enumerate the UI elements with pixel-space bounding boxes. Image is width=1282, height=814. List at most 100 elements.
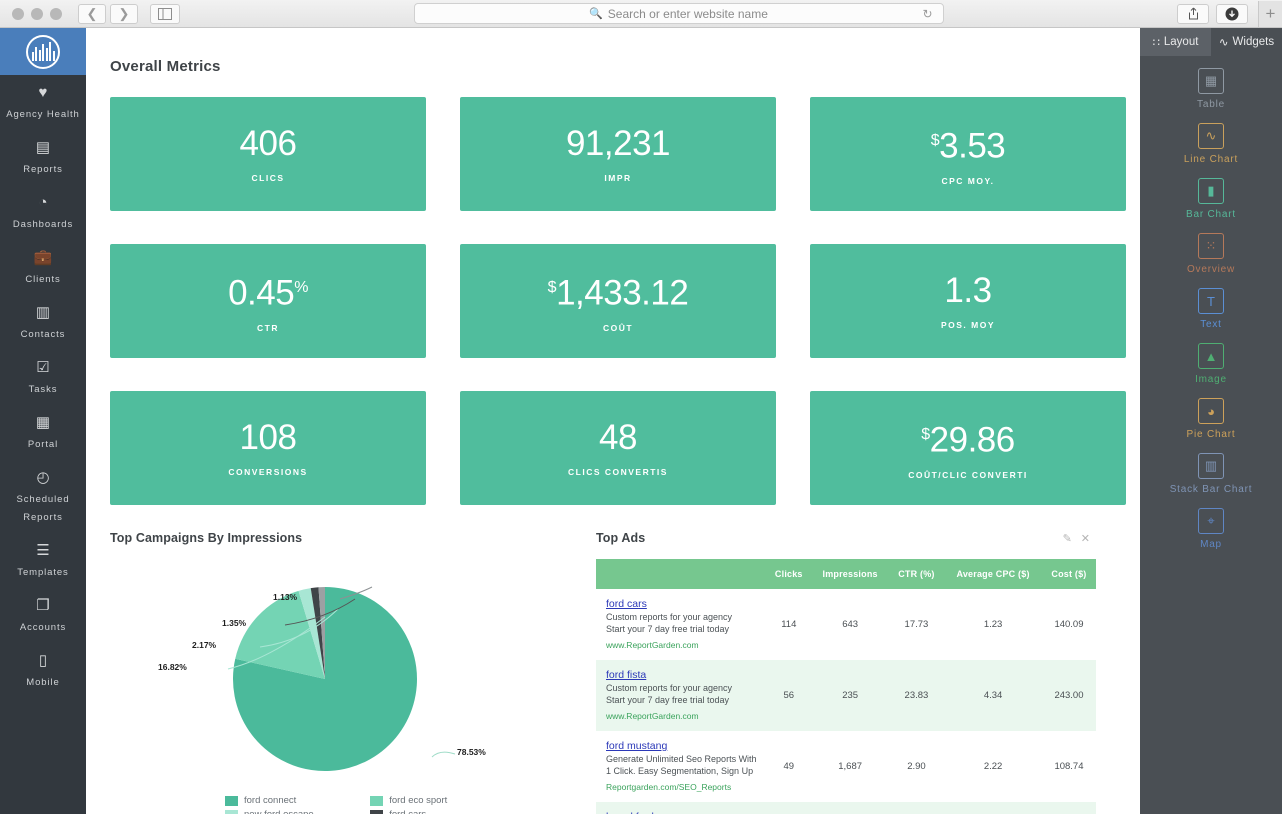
legend-item[interactable]: ford eco sport <box>370 795 555 806</box>
metric-tiles-grid: 406CLICS 91,231IMPR $3.53CPC MOY. 0.45%CTR $… <box>110 97 1140 505</box>
download-icon[interactable] <box>1216 4 1248 24</box>
widget-option-line-chart[interactable]: ∿Line Chart <box>1140 123 1282 165</box>
ad-display-url: www.ReportGarden.com <box>606 639 760 651</box>
clock-icon: ◴ <box>2 469 84 486</box>
impressions-cell: 1,687 <box>812 731 889 802</box>
ctr-cell: 23.83 <box>889 660 945 731</box>
search-input[interactable]: 🔍 Search or enter website name ↻ <box>414 3 944 24</box>
overview-icon: ⁙ <box>1198 233 1224 259</box>
ad-title-link[interactable]: ford cars <box>606 598 760 610</box>
contacts-book-icon: ▥ <box>2 304 84 321</box>
metric-value-wrap: 0.45% <box>228 269 308 313</box>
sidebar-item-dashboards[interactable]: ◔Dashboards <box>0 185 86 240</box>
legend-item[interactable]: ford cars <box>370 809 555 814</box>
share-icon[interactable] <box>1177 4 1209 24</box>
mobile-phone-icon: ▯ <box>2 652 84 669</box>
top-ads-table: ClicksImpressionsCTR (%)Average CPC ($)C… <box>596 559 1096 814</box>
sidebar-item-scheduled-reports[interactable]: ◴Scheduled Reports <box>0 460 86 533</box>
ad-title-link[interactable]: ford fista <box>606 669 760 681</box>
left-sidebar: ♥Agency Health ▤ Reports ◔Dashboards💼Client… <box>0 28 86 814</box>
sidebar-item-reports[interactable]: ▤ Reports <box>0 130 86 185</box>
metric-label: CPC MOY. <box>941 176 994 186</box>
metric-tile-co-t[interactable]: $1,433.12COÛT <box>460 244 776 358</box>
address-bar-container: 🔍 Search or enter website name ↻ <box>180 3 1177 24</box>
heart-icon: ♥ <box>2 84 84 101</box>
metric-label: IMPR <box>604 173 631 183</box>
cost-cell: 164.76 <box>1042 802 1096 814</box>
sidebar-item-label: Dashboards <box>13 219 73 230</box>
close-icon[interactable]: ✕ <box>1081 532 1090 545</box>
pie-chart[interactable] <box>110 559 570 789</box>
metric-tile-clics[interactable]: 406CLICS <box>110 97 426 211</box>
widget-option-label: Pie Chart <box>1140 429 1282 440</box>
sidebar-item-portal[interactable]: ▦Portal <box>0 405 86 460</box>
report-icon: ▤ <box>2 139 84 156</box>
avg-cpc-cell: 4.12 <box>944 802 1042 814</box>
widget-option-map[interactable]: ⌖Map <box>1140 508 1282 550</box>
forward-arrow-icon[interactable]: ❯ <box>110 4 138 24</box>
sidebar-item-label: Reports <box>23 164 63 175</box>
ad-title-link[interactable]: ford mustang <box>606 740 760 752</box>
column-header[interactable]: Cost ($) <box>1042 559 1096 589</box>
widget-option-overview[interactable]: ⁙Overview <box>1140 233 1282 275</box>
bar-chart-icon: ▮ <box>1198 178 1224 204</box>
sidebar-item-agency-health[interactable]: ♥Agency Health <box>0 75 86 130</box>
widget-tools: ✎ ✕ <box>1063 532 1090 545</box>
grid-dots-icon: ∷ <box>1153 35 1160 49</box>
pencil-icon[interactable]: ✎ <box>1063 532 1072 545</box>
back-arrow-icon[interactable]: ❮ <box>78 4 106 24</box>
ad-description-line-2: Start your 7 day free trial today <box>606 695 729 705</box>
widget-option-label: Text <box>1140 319 1282 330</box>
metric-prefix: $ <box>548 279 556 296</box>
widget-option-table[interactable]: ▦Table <box>1140 68 1282 110</box>
sidebar-item-templates[interactable]: ☰Templates <box>0 533 86 588</box>
column-header[interactable]: Average CPC ($) <box>944 559 1042 589</box>
column-header[interactable]: CTR (%) <box>889 559 945 589</box>
reload-icon[interactable]: ↻ <box>922 7 932 21</box>
app-logo[interactable] <box>0 28 86 75</box>
sidebar-item-tasks[interactable]: ☑Tasks <box>0 350 86 405</box>
reportgarden-logo-icon <box>26 35 60 69</box>
sidebar-item-mobile[interactable]: ▯Mobile <box>0 643 86 698</box>
legend-item[interactable]: new ford escape <box>225 809 370 814</box>
sidebar-item-label: Clients <box>25 274 60 285</box>
legend-item[interactable]: ford connect <box>225 795 370 806</box>
metric-label: COÛT/CLIC CONVERTI <box>908 470 1028 480</box>
sidebar-item-label: Contacts <box>21 329 66 340</box>
widget-option-stack-bar-chart[interactable]: ▥Stack Bar Chart <box>1140 453 1282 495</box>
sidebar-item-label: Accounts <box>20 622 66 633</box>
new-tab-button[interactable]: + <box>1258 1 1282 27</box>
sidebar-item-contacts[interactable]: ▥ Contacts <box>0 295 86 350</box>
metric-tile-cpc-moy-[interactable]: $3.53CPC MOY. <box>810 97 1126 211</box>
metric-tile-ctr[interactable]: 0.45%CTR <box>110 244 426 358</box>
map-icon: ⌖ <box>1198 508 1224 534</box>
widget-option-bar-chart[interactable]: ▮Bar Chart <box>1140 178 1282 220</box>
sidebar-item-clients[interactable]: 💼Clients <box>0 240 86 295</box>
ad-description-line-2: 1 Click. Easy Segmentation, Sign Up <box>606 766 753 776</box>
widget-option-text[interactable]: TText <box>1140 288 1282 330</box>
close-window-button[interactable] <box>12 8 24 20</box>
ad-display-url: Reportgarden.com/SEO_Reports <box>606 781 760 793</box>
dashboard-main: Overall Metrics 406CLICS91,231IMPR$3.53C… <box>86 28 1140 814</box>
metric-tile-co-t-clic-converti[interactable]: $29.86COÛT/CLIC CONVERTI <box>810 391 1126 505</box>
maximize-window-button[interactable] <box>50 8 62 20</box>
sidebar-toggle-icon[interactable] <box>150 4 180 24</box>
metric-tile-clics-convertis[interactable]: 48CLICS CONVERTIS <box>460 391 776 505</box>
tab-layout[interactable]: ∷Layout <box>1140 28 1211 56</box>
column-header[interactable] <box>596 559 766 589</box>
metric-tile-pos-moy[interactable]: 1.3POS. MOY <box>810 244 1126 358</box>
widget-option-pie-chart[interactable]: ◕Pie Chart <box>1140 398 1282 440</box>
column-header[interactable]: Clicks <box>766 559 812 589</box>
metric-value-wrap: 108 <box>240 419 297 457</box>
panel-tabs: ∷Layout∿Widgets <box>1140 28 1282 56</box>
minimize-window-button[interactable] <box>31 8 43 20</box>
tab-widgets[interactable]: ∿Widgets <box>1211 28 1282 56</box>
column-header[interactable]: Impressions <box>812 559 889 589</box>
ad-creative-cell: ford carsCustom reports for your agencyS… <box>596 589 766 660</box>
metric-tile-impr[interactable]: 91,231IMPR <box>460 97 776 211</box>
widget-option-label: Stack Bar Chart <box>1140 484 1282 495</box>
metric-tile-conversions[interactable]: 108CONVERSIONS <box>110 391 426 505</box>
sidebar-item-accounts[interactable]: ❐Accounts <box>0 588 86 643</box>
portal-window-icon: ▦ <box>2 414 84 431</box>
widget-option-image[interactable]: ▲Image <box>1140 343 1282 385</box>
